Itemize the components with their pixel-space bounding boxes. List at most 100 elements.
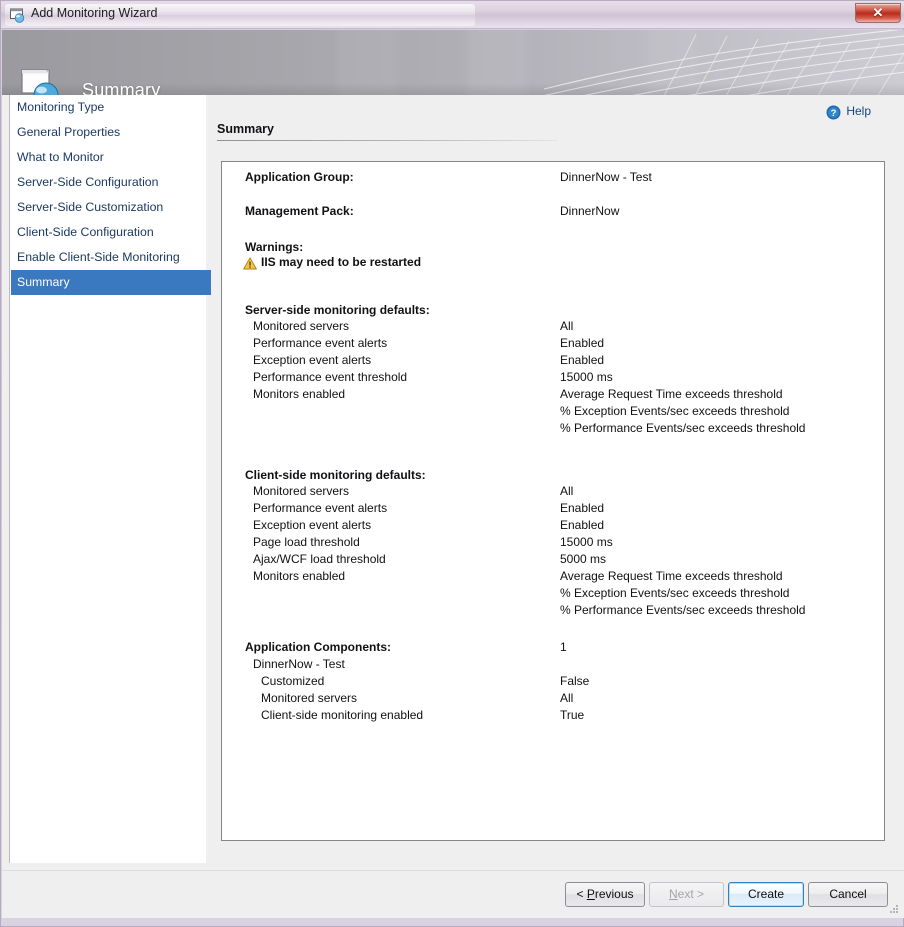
- row-value: % Performance Events/sec exceeds thresho…: [560, 421, 805, 435]
- help-link[interactable]: ? Help: [846, 104, 871, 122]
- close-icon: ✕: [856, 5, 900, 21]
- spacer: [245, 620, 878, 640]
- row-value: Enabled: [560, 336, 604, 350]
- row-value: Average Request Time exceeds threshold: [560, 569, 783, 583]
- warnings-block: Warnings: IIS may need to be restarted: [245, 240, 878, 273]
- summary-panel: Application Group: DinnerNow - Test Mana…: [221, 161, 885, 841]
- window-title: Add Monitoring Wizard: [31, 6, 157, 20]
- row-value: Enabled: [560, 353, 604, 367]
- component-detail-row: Client-side monitoring enabled True: [245, 708, 878, 725]
- server-side-row: Performance event threshold 15000 ms: [245, 370, 878, 387]
- sidebar-item-label: Monitoring Type: [17, 100, 104, 114]
- wizard-step-sidebar: Monitoring Type General Properties What …: [9, 95, 206, 863]
- summary-row-application-group: Application Group: DinnerNow - Test: [245, 170, 878, 204]
- banner-title: Summary: [82, 80, 160, 95]
- client-side-row: Performance event alerts Enabled: [245, 501, 878, 518]
- application-group-value: DinnerNow - Test: [560, 170, 652, 184]
- server-side-defaults-title: Server-side monitoring defaults:: [245, 303, 878, 317]
- component-name: DinnerNow - Test: [253, 657, 345, 671]
- wizard-body: Monitoring Type General Properties What …: [2, 95, 904, 870]
- wizard-sphere-icon: [20, 68, 64, 95]
- server-side-row: Monitors enabled Average Request Time ex…: [245, 387, 878, 404]
- create-button[interactable]: Create: [728, 882, 804, 907]
- server-side-row: Performance event alerts Enabled: [245, 336, 878, 353]
- row-key: Monitored servers: [261, 691, 357, 705]
- sidebar-item-server-side-configuration[interactable]: Server-Side Configuration: [10, 170, 206, 195]
- application-group-label: Application Group:: [245, 170, 354, 184]
- warnings-label: Warnings:: [245, 240, 878, 254]
- row-key: Customized: [261, 674, 324, 688]
- spacer: [245, 438, 878, 468]
- client-side-row: Monitored servers All: [245, 484, 878, 501]
- component-name-row: DinnerNow - Test: [245, 657, 878, 674]
- row-key: Exception event alerts: [253, 353, 371, 367]
- title-bar: Add Monitoring Wizard ✕: [1, 1, 904, 29]
- sidebar-item-label: What to Monitor: [17, 150, 104, 164]
- server-side-defaults-group: Server-side monitoring defaults: Monitor…: [245, 303, 878, 438]
- row-key: Ajax/WCF load threshold: [253, 552, 386, 566]
- sidebar-item-label: Server-Side Customization: [17, 200, 163, 214]
- svg-text:?: ?: [831, 108, 837, 119]
- sidebar-item-label: General Properties: [17, 125, 120, 139]
- component-detail-row: Customized False: [245, 674, 878, 691]
- sidebar-item-client-side-configuration[interactable]: Client-Side Configuration: [10, 220, 206, 245]
- resize-grip[interactable]: [888, 903, 900, 915]
- sidebar-item-server-side-customization[interactable]: Server-Side Customization: [10, 195, 206, 220]
- help-label: Help: [846, 104, 871, 118]
- next-mnemonic: N: [669, 887, 678, 901]
- row-value: Enabled: [560, 518, 604, 532]
- row-key: Page load threshold: [253, 535, 360, 549]
- row-value: All: [560, 484, 573, 498]
- application-components-header: Application Components: 1: [245, 640, 878, 657]
- wizard-banner: Summary: [2, 30, 904, 95]
- server-side-row: % Performance Events/sec exceeds thresho…: [245, 421, 878, 438]
- previous-suffix: revious: [595, 887, 634, 901]
- sidebar-item-general-properties[interactable]: General Properties: [10, 120, 206, 145]
- row-key: Monitors enabled: [253, 387, 345, 401]
- wizard-window: Add Monitoring Wizard ✕: [0, 0, 904, 927]
- client-side-row: Monitors enabled Average Request Time ex…: [245, 569, 878, 586]
- row-key: Client-side monitoring enabled: [261, 708, 423, 722]
- sidebar-item-enable-client-side-monitoring[interactable]: Enable Client-Side Monitoring: [10, 245, 206, 270]
- wizard-window-icon: [9, 7, 26, 24]
- row-key: Monitored servers: [253, 319, 349, 333]
- application-components-group: Application Components: 1 DinnerNow - Te…: [245, 640, 878, 725]
- server-side-row: Exception event alerts Enabled: [245, 353, 878, 370]
- close-button[interactable]: ✕: [855, 3, 901, 23]
- row-key: Monitored servers: [253, 484, 349, 498]
- sidebar-item-monitoring-type[interactable]: Monitoring Type: [10, 95, 206, 120]
- row-value: Enabled: [560, 501, 604, 515]
- application-components-count: 1: [560, 640, 567, 654]
- sidebar-item-label: Client-Side Configuration: [17, 225, 154, 239]
- client-side-row: % Performance Events/sec exceeds thresho…: [245, 603, 878, 620]
- row-value: 15000 ms: [560, 535, 613, 549]
- sidebar-item-what-to-monitor[interactable]: What to Monitor: [10, 145, 206, 170]
- client-side-row: % Exception Events/sec exceeds threshold: [245, 586, 878, 603]
- row-value: % Exception Events/sec exceeds threshold: [560, 404, 789, 418]
- sidebar-item-label: Enable Client-Side Monitoring: [17, 250, 180, 264]
- row-value: All: [560, 691, 573, 705]
- client-side-row: Page load threshold 15000 ms: [245, 535, 878, 552]
- management-pack-value: DinnerNow: [560, 204, 619, 218]
- next-button[interactable]: Next >: [649, 882, 724, 907]
- warning-item: IIS may need to be restarted: [245, 255, 878, 273]
- row-value: 5000 ms: [560, 552, 606, 566]
- cancel-button[interactable]: Cancel: [808, 882, 888, 907]
- row-key: Performance event alerts: [253, 501, 387, 515]
- client-side-row: Exception event alerts Enabled: [245, 518, 878, 535]
- row-key: Monitors enabled: [253, 569, 345, 583]
- sidebar-item-summary[interactable]: Summary: [11, 270, 211, 295]
- application-components-title: Application Components:: [245, 640, 391, 654]
- warning-text: IIS may need to be restarted: [261, 255, 421, 269]
- help-question-icon: ?: [826, 105, 841, 120]
- wizard-content: ? Help Summary Application Group: Dinner…: [205, 95, 904, 863]
- row-value: Average Request Time exceeds threshold: [560, 387, 783, 401]
- row-value: % Exception Events/sec exceeds threshold: [560, 586, 789, 600]
- previous-button[interactable]: < Previous: [565, 882, 645, 907]
- server-side-row: Monitored servers All: [245, 319, 878, 336]
- row-value: All: [560, 319, 573, 333]
- row-key: Performance event alerts: [253, 336, 387, 350]
- server-side-row: % Exception Events/sec exceeds threshold: [245, 404, 878, 421]
- section-header-rule: [217, 140, 557, 141]
- sidebar-item-label: Server-Side Configuration: [17, 175, 159, 189]
